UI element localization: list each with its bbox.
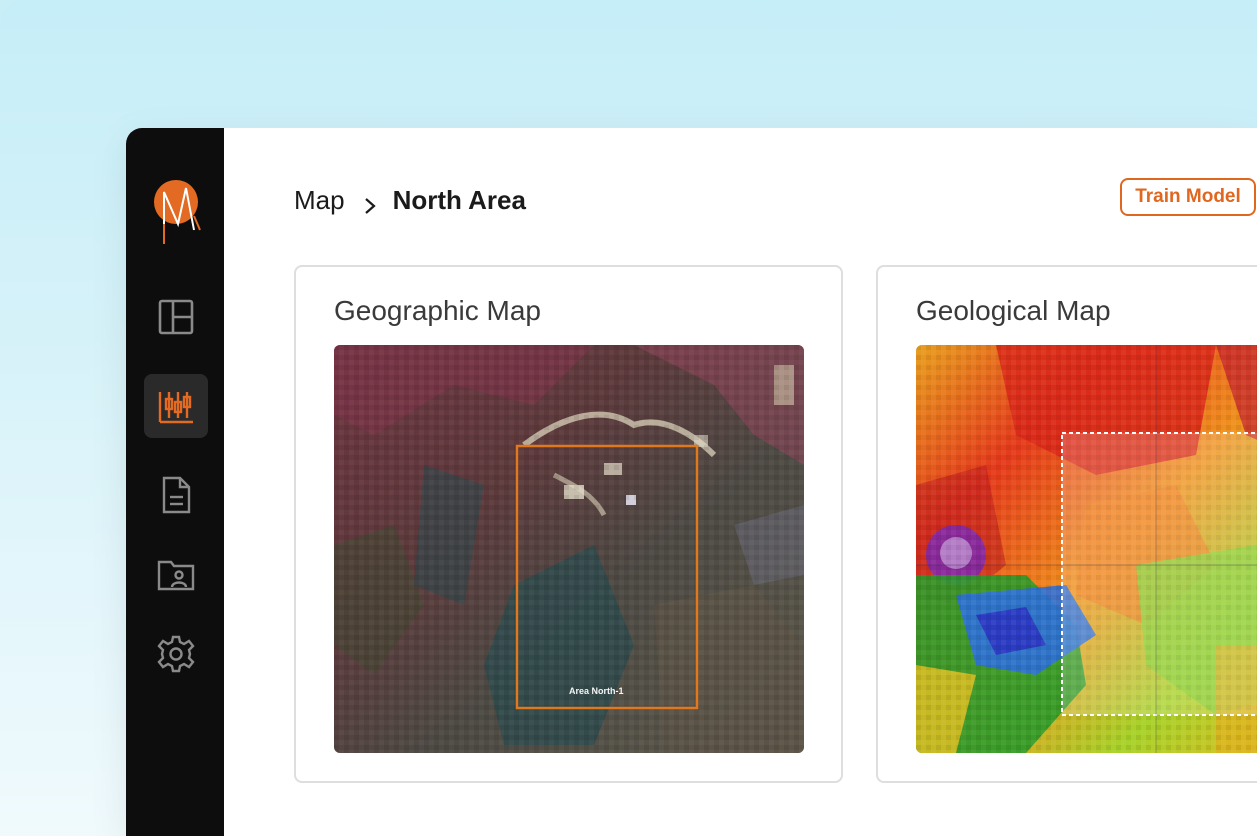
card-title: Geographic Map [334,295,542,326]
region-label: Area North-1 [569,686,624,696]
geographic-map-image[interactable]: Area North-1 [334,345,804,753]
sidebar-item-documents[interactable] [144,463,208,527]
geographic-map-card: Geographic Map Area North-1 [294,265,843,783]
sidebar [126,128,224,836]
sidebar-item-user-folder[interactable] [144,542,208,606]
app-window: Map North Area Train Model Geographic Ma… [126,128,1257,836]
sidebar-item-settings[interactable] [144,622,208,686]
train-model-button[interactable]: Train Model [1120,178,1256,216]
geological-map-card: Geological Map [876,265,1257,783]
settings-gear-icon [157,635,195,673]
chevron-right-icon [363,191,377,214]
breadcrumb: Map North Area [294,180,526,220]
main-content: Map North Area Train Model Geographic Ma… [224,128,1257,836]
user-folder-icon [157,560,195,591]
dashboard-layout-icon [158,299,194,335]
company-logo[interactable] [150,178,202,248]
breadcrumb-map[interactable]: Map [294,185,345,216]
breadcrumb-current: North Area [392,184,526,215]
sidebar-item-dashboard[interactable] [144,285,208,349]
geological-map-image[interactable] [916,345,1257,753]
document-icon [162,476,191,514]
sidebar-item-analytics[interactable] [144,374,208,438]
analytics-sliders-icon [158,392,193,424]
card-title: Geological Map [916,295,1111,326]
